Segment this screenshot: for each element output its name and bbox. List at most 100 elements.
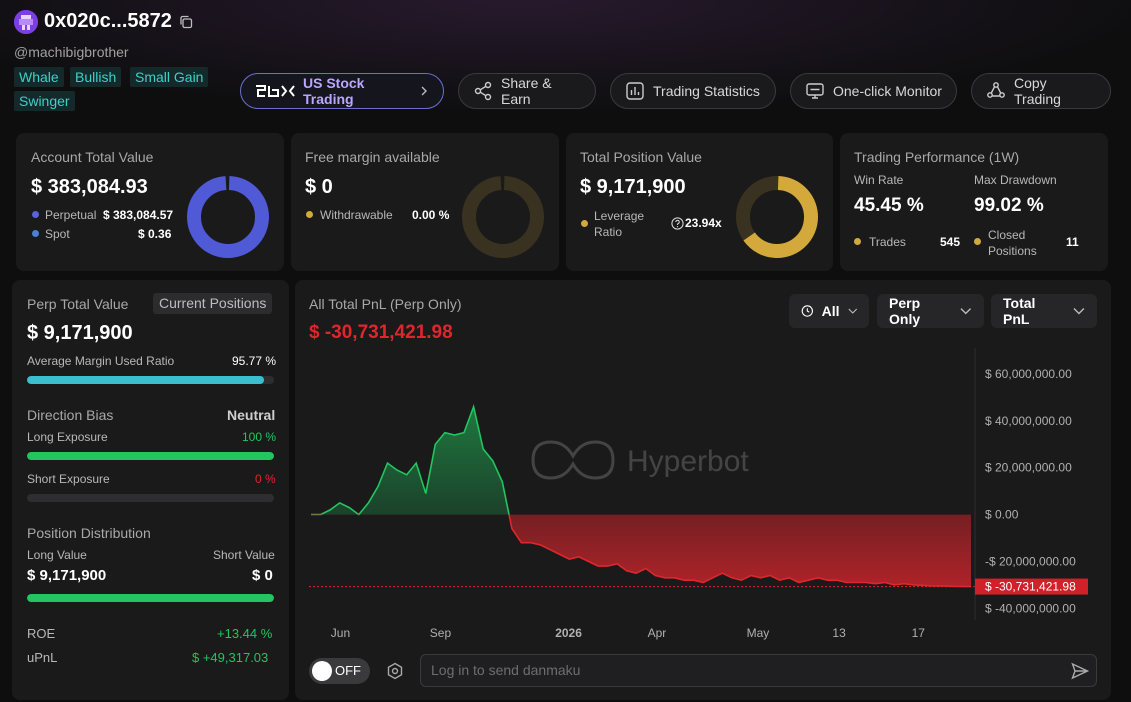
max-drawdown-value: 99.02 %: [974, 195, 1044, 216]
account-total-label: Account Total Value: [31, 149, 154, 165]
share-icon: [474, 81, 492, 101]
perp-summary-panel: Perp Total Value Current Positions $ 9,1…: [12, 280, 289, 700]
time-filter-dropdown[interactable]: All: [789, 294, 869, 328]
position-donut-chart: [736, 175, 818, 258]
position-distribution-bar: [27, 594, 274, 602]
time-filter-label: All: [821, 303, 840, 319]
metric-filter-dropdown[interactable]: Total PnL: [991, 294, 1097, 328]
closed-positions-label: Closed Positions: [988, 228, 1037, 258]
free-margin-label: Free margin available: [305, 149, 440, 165]
x-tick-label: May: [747, 626, 770, 640]
short-value-label: Short Value: [213, 548, 275, 562]
trading-performance-label: Trading Performance (1W): [854, 149, 1020, 165]
share-earn-label: Share & Earn: [501, 75, 552, 107]
y-tick-label: $ 60,000,000.00: [985, 367, 1072, 381]
share-earn-button[interactable]: Share & Earn: [458, 73, 596, 109]
long-exposure-bar: [27, 452, 274, 460]
type-filter-dropdown[interactable]: Perp Only: [877, 294, 984, 328]
help-icon[interactable]: [671, 217, 684, 230]
position-distribution-label: Position Distribution: [27, 525, 151, 541]
win-rate-label: Win Rate: [854, 173, 904, 187]
account-total-card: Account Total Value $ 383,084.93 Perpetu…: [16, 133, 284, 271]
avatar[interactable]: [14, 10, 38, 34]
position-value: $ 9,171,900: [580, 176, 686, 198]
chevron-down-icon: [847, 308, 857, 314]
margin-ratio-bar: [27, 376, 274, 384]
danmaku-toggle[interactable]: OFF: [309, 658, 370, 684]
current-value-tag: $ -30,731,421.98: [975, 578, 1088, 595]
x-tick-label: Sep: [430, 626, 452, 640]
us-stock-trading-button[interactable]: US Stock Trading: [240, 73, 444, 109]
y-tick-label: $ 0.00: [985, 508, 1019, 522]
x-tick-label: Jun: [331, 626, 350, 640]
trading-performance-card: Trading Performance (1W) Win Rate 45.45 …: [840, 133, 1108, 271]
short-value: $ 0: [252, 567, 273, 584]
monitor-icon: [806, 83, 824, 99]
brand-logo-icon: [256, 85, 295, 97]
pnl-area-chart[interactable]: Hyperbot $ 60,000,000.00 $ 40,000,000.00 $…: [295, 340, 1111, 640]
account-donut-chart: [187, 175, 269, 258]
tag-whale: Whale: [14, 67, 64, 87]
toggle-knob: [312, 661, 332, 681]
long-value: $ 9,171,900: [27, 567, 107, 584]
closed-positions-value: 11: [1066, 235, 1079, 249]
direction-bias-value: Neutral: [227, 407, 276, 423]
short-exposure-label: Short Exposure: [27, 472, 110, 486]
trades-value: 545: [940, 235, 961, 249]
x-tick-label: Apr: [648, 626, 667, 640]
long-exposure-label: Long Exposure: [27, 430, 108, 444]
trades-label: Trades: [869, 235, 906, 249]
settings-icon[interactable]: [385, 661, 405, 681]
page-title: 0x020c...5872: [44, 10, 172, 32]
copy-trading-label: Copy Trading: [1014, 75, 1061, 107]
perpetual-label: Perpetual: [45, 208, 97, 222]
toggle-label: OFF: [335, 663, 361, 678]
short-exposure-value: 0 %: [255, 472, 276, 486]
long-exposure-value: 100 %: [242, 430, 277, 444]
margin-ratio-value: 95.77 %: [232, 354, 277, 368]
svg-text:Hyperbot: Hyperbot: [627, 445, 749, 478]
current-positions-button[interactable]: Current Positions: [153, 293, 273, 314]
tag-small-gain: Small Gain: [130, 67, 209, 87]
metric-filter-label: Total PnL: [1003, 295, 1036, 327]
position-value-card: Total Position Value $ 9,171,900 Leverag…: [566, 133, 833, 271]
send-icon[interactable]: [1070, 661, 1090, 681]
withdrawable-value: 0.00 %: [412, 208, 450, 222]
spot-legend-dot: [32, 230, 39, 237]
leverage-legend-dot: [581, 220, 588, 227]
account-total-value: $ 383,084.93: [31, 176, 148, 198]
roe-label: ROE: [27, 626, 56, 641]
x-tick-label: 17: [912, 626, 926, 640]
pnl-chart-panel: All Total PnL (Perp Only) $ -30,731,421.…: [295, 280, 1111, 700]
position-value-label: Total Position Value: [580, 149, 702, 165]
perpetual-value: $ 383,084.57: [103, 208, 174, 222]
y-tick-label: $ 20,000,000.00: [985, 461, 1072, 475]
margin-donut-chart: [462, 175, 544, 258]
free-margin-value: $ 0: [305, 176, 333, 198]
withdrawable-label: Withdrawable: [320, 208, 393, 222]
danmaku-input[interactable]: Log in to send danmaku: [420, 654, 1097, 687]
perp-total-value: $ 9,171,900: [27, 322, 133, 344]
spot-label: Spot: [45, 227, 70, 241]
roe-value: +13.44 %: [217, 626, 273, 641]
x-tick-label: 2026: [555, 626, 582, 640]
trading-statistics-button[interactable]: Trading Statistics: [610, 73, 776, 109]
copy-icon[interactable]: [179, 15, 193, 29]
x-tick-label: 13: [832, 626, 846, 640]
svg-text:$ -30,731,421.98: $ -30,731,421.98: [985, 580, 1076, 594]
leverage-label: Leverage Ratio: [594, 209, 645, 239]
us-stock-trading-label: US Stock Trading: [303, 75, 365, 107]
free-margin-card: Free margin available $ 0 Withdrawable 0…: [291, 133, 559, 271]
one-click-monitor-button[interactable]: One-click Monitor: [790, 73, 957, 109]
copy-trading-icon: [987, 82, 1005, 98]
y-tick-label: $ -40,000,000.00: [985, 601, 1076, 615]
closed-positions-legend-dot: [974, 238, 981, 245]
hyperbot-watermark: Hyperbot: [531, 440, 749, 480]
chevron-right-icon: [421, 86, 427, 96]
copy-trading-button[interactable]: Copy Trading: [971, 73, 1111, 109]
trades-legend-dot: [854, 238, 861, 245]
clock-icon: [801, 305, 814, 317]
leverage-value: 23.94x: [685, 216, 722, 230]
pnl-chart-label: All Total PnL (Perp Only): [309, 296, 462, 312]
win-rate-value: 45.45 %: [854, 195, 924, 216]
